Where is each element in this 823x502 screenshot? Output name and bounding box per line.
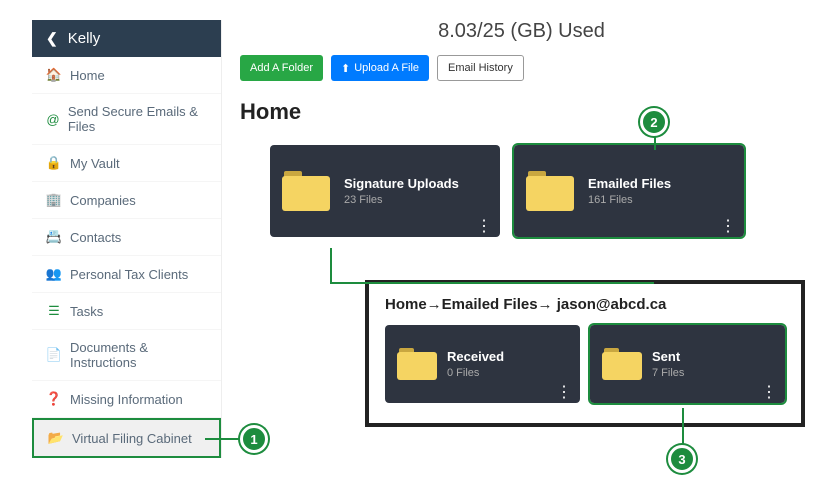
kebab-menu-icon[interactable]: ⋮ <box>556 391 572 395</box>
folder-sent[interactable]: Sent 7 Files ⋮ <box>590 325 785 403</box>
sidebar-item-personal-tax[interactable]: 👥Personal Tax Clients <box>32 256 221 293</box>
kebab-menu-icon[interactable]: ⋮ <box>476 225 492 229</box>
folder-count: 23 Files <box>344 194 459 206</box>
connector-line <box>682 408 684 448</box>
sidebar-item-home[interactable]: 🏠Home <box>32 57 221 94</box>
lock-icon: 🔒 <box>46 155 62 171</box>
step-badge-2: 2 <box>640 108 668 136</box>
sidebar-header[interactable]: ❮ Kelly <box>32 20 221 57</box>
nav-list: 🏠Home @Send Secure Emails & Files 🔒My Va… <box>32 57 221 458</box>
home-icon: 🏠 <box>46 67 62 83</box>
connector-line <box>654 135 656 150</box>
folder-emailed-files[interactable]: Emailed Files 161 Files ⋮ <box>514 145 744 237</box>
upload-file-button[interactable]: ⬆Upload A File <box>331 55 429 81</box>
at-icon: @ <box>46 112 60 127</box>
building-icon: 🏢 <box>46 192 62 208</box>
email-history-button[interactable]: Email History <box>437 55 524 81</box>
folder-name: Signature Uploads <box>344 176 459 191</box>
folder-signature-uploads[interactable]: Signature Uploads 23 Files ⋮ <box>270 145 500 237</box>
sidebar-item-contacts[interactable]: 📇Contacts <box>32 219 221 256</box>
folder-received[interactable]: Received 0 Files ⋮ <box>385 325 580 403</box>
sidebar: ❮ Kelly 🏠Home @Send Secure Emails & File… <box>32 20 222 458</box>
step-badge-1: 1 <box>240 425 268 453</box>
folder-icon <box>602 348 642 380</box>
toolbar: Add A Folder ⬆Upload A File Email Histor… <box>240 55 803 81</box>
kebab-menu-icon[interactable]: ⋮ <box>761 391 777 395</box>
breadcrumb: Home→Emailed Files→ jason@abcd.ca <box>385 296 785 313</box>
users-icon: 👥 <box>46 266 62 282</box>
step-badge-3: 3 <box>668 445 696 473</box>
user-name: Kelly <box>68 30 101 47</box>
sidebar-item-tasks[interactable]: ☰Tasks <box>32 293 221 330</box>
sub-folder-grid: Received 0 Files ⋮ Sent 7 Files ⋮ <box>385 325 785 403</box>
folder-name: Received <box>447 349 504 364</box>
sidebar-item-missing-info[interactable]: ❓Missing Information <box>32 381 221 418</box>
add-folder-button[interactable]: Add A Folder <box>240 55 323 81</box>
page-title: Home <box>240 99 803 125</box>
sidebar-item-send-secure[interactable]: @Send Secure Emails & Files <box>32 94 221 145</box>
folder-grid: Signature Uploads 23 Files ⋮ Emailed Fil… <box>270 145 803 237</box>
storage-usage: 8.03/25 (GB) Used <box>240 20 803 43</box>
chevron-left-icon: ❮ <box>46 30 58 47</box>
folder-icon <box>526 171 574 211</box>
folder-name: Sent <box>652 349 684 364</box>
connector-line <box>205 438 243 440</box>
connector-line <box>330 248 654 284</box>
sidebar-item-my-vault[interactable]: 🔒My Vault <box>32 145 221 182</box>
folder-name: Emailed Files <box>588 176 671 191</box>
kebab-menu-icon[interactable]: ⋮ <box>720 225 736 229</box>
folder-count: 0 Files <box>447 367 504 379</box>
document-icon: 📄 <box>46 347 62 363</box>
question-icon: ❓ <box>46 391 62 407</box>
sidebar-item-documents[interactable]: 📄Documents & Instructions <box>32 330 221 381</box>
upload-icon: ⬆ <box>341 62 350 75</box>
sub-folder-panel: Home→Emailed Files→ jason@abcd.ca Receiv… <box>365 280 805 427</box>
folder-count: 161 Files <box>588 194 671 206</box>
main-content: 8.03/25 (GB) Used Add A Folder ⬆Upload A… <box>240 20 803 237</box>
contacts-icon: 📇 <box>46 229 62 245</box>
folder-open-icon: 📂 <box>48 430 64 446</box>
folder-icon <box>282 171 330 211</box>
sidebar-item-companies[interactable]: 🏢Companies <box>32 182 221 219</box>
sidebar-item-virtual-filing[interactable]: 📂Virtual Filing Cabinet <box>32 418 221 458</box>
tasks-icon: ☰ <box>46 303 62 319</box>
folder-count: 7 Files <box>652 367 684 379</box>
folder-icon <box>397 348 437 380</box>
